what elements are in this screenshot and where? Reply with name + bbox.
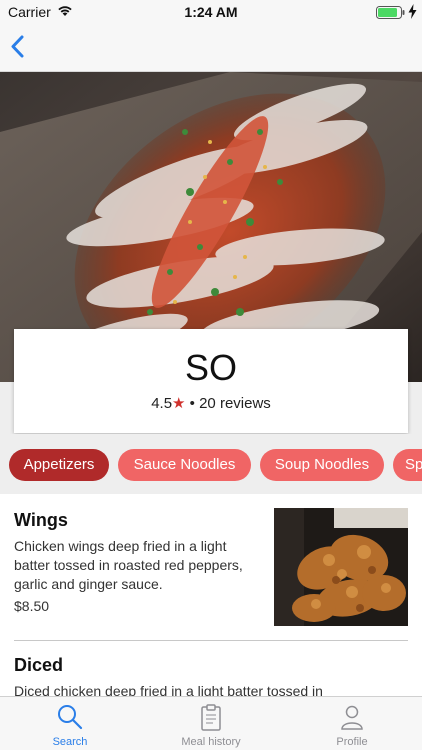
- tab-label: Meal history: [181, 736, 241, 748]
- person-icon: [341, 705, 363, 730]
- restaurant-info-card: SO 4.5★ • 20 reviews: [14, 329, 408, 433]
- status-time: 1:24 AM: [184, 4, 238, 20]
- review-count[interactable]: • 20 reviews: [190, 395, 271, 412]
- search-icon: [58, 705, 83, 730]
- battery-icon: [376, 6, 405, 19]
- category-chip-sauce-noodles[interactable]: Sauce Noodles: [118, 449, 251, 481]
- charging-bolt-icon: [408, 4, 417, 19]
- clipboard-icon: [201, 704, 221, 731]
- menu-list: Wings Chicken wings deep fried in a ligh…: [0, 494, 422, 696]
- category-chips: Appetizers Sauce Noodles Soup Noodles Sp: [0, 434, 422, 494]
- tab-bar: Search Meal history Profile: [0, 696, 422, 750]
- tab-label: Profile: [336, 736, 368, 748]
- category-chip-partial[interactable]: Sp: [393, 449, 422, 481]
- menu-item-photo: [274, 508, 408, 626]
- rating-value: 4.5: [151, 395, 173, 412]
- menu-item-description: Chicken wings deep fried in a light batt…: [14, 538, 243, 592]
- menu-item-description: Diced chicken deep fried in a light batt…: [14, 683, 323, 696]
- restaurant-name: SO: [184, 347, 237, 388]
- rating-line: 4.5★ • 20 reviews: [14, 394, 408, 412]
- star-icon: ★: [172, 395, 186, 412]
- divider: [14, 640, 408, 641]
- back-button[interactable]: [6, 32, 34, 62]
- navigation-bar: [0, 24, 422, 72]
- chevron-left-icon: [11, 35, 24, 58]
- tab-meal-history[interactable]: Meal history: [141, 697, 281, 750]
- menu-item-price: $8.50: [14, 598, 50, 614]
- status-bar: Carrier 1:24 AM: [0, 0, 422, 24]
- category-chip-soup-noodles[interactable]: Soup Noodles: [260, 449, 384, 481]
- tab-search[interactable]: Search: [0, 697, 140, 750]
- menu-item-name: Diced: [14, 655, 64, 675]
- tab-profile[interactable]: Profile: [282, 697, 422, 750]
- menu-item-name: Wings: [14, 510, 68, 530]
- category-chip-appetizers[interactable]: Appetizers: [9, 449, 109, 481]
- tab-label: Search: [52, 736, 88, 748]
